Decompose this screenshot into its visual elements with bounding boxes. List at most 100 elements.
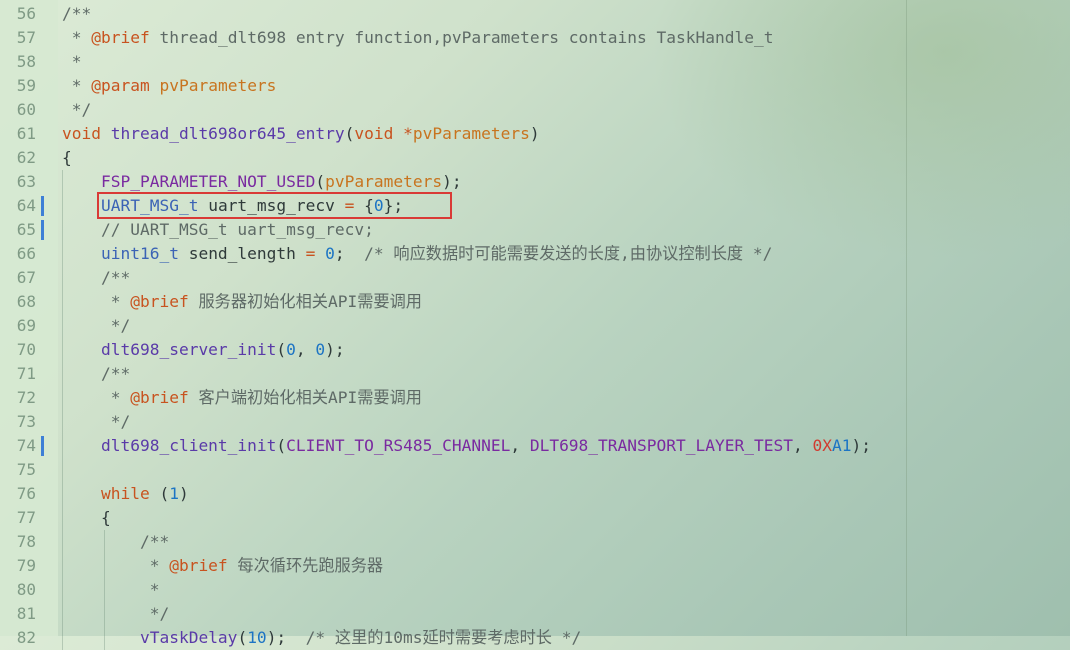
code-line[interactable]: 65 // UART_MSG_t uart_msg_recv;: [0, 218, 1070, 242]
line-number: 70: [16, 340, 36, 359]
code-text[interactable]: dlt698_client_init(CLIENT_TO_RS485_CHANN…: [62, 434, 871, 458]
line-number: 82: [16, 628, 36, 647]
code-token: @param: [91, 76, 150, 95]
code-text[interactable]: // UART_MSG_t uart_msg_recv;: [62, 218, 374, 242]
code-line[interactable]: 79 * @brief 每次循环先跑服务器: [0, 554, 1070, 578]
code-line[interactable]: 81 */: [0, 602, 1070, 626]
code-token: dlt698_server_init: [100, 340, 277, 359]
line-number: 57: [16, 28, 36, 47]
code-token: =: [305, 244, 316, 263]
code-line[interactable]: 77 {: [0, 506, 1070, 530]
line-number: 62: [16, 148, 36, 167]
code-token: 1: [169, 484, 179, 503]
code-token: (: [237, 628, 248, 647]
code-token: ,: [792, 436, 813, 455]
code-line[interactable]: 78 /**: [0, 530, 1070, 554]
line-number: 69: [16, 316, 36, 335]
line-number: 63: [16, 172, 36, 191]
code-text[interactable]: /**: [62, 266, 130, 290]
modified-line-marker: [41, 436, 44, 456]
code-text[interactable]: uint16_t send_length = 0; /* 响应数据时可能需要发送…: [62, 242, 772, 266]
code-text[interactable]: {: [62, 506, 111, 530]
code-line[interactable]: 71 /**: [0, 362, 1070, 386]
code-text[interactable]: * @param pvParameters: [62, 74, 277, 98]
code-token: 每次循环先跑服务器: [227, 556, 384, 575]
code-token: uint16_t: [100, 244, 179, 263]
code-token: 0X: [812, 436, 832, 455]
code-text[interactable]: */: [62, 602, 170, 626]
code-line[interactable]: 56 /**: [0, 2, 1070, 26]
code-line[interactable]: 70 dlt698_server_init(0, 0);: [0, 338, 1070, 362]
code-line[interactable]: 59 * @param pvParameters: [0, 74, 1070, 98]
code-token: /* 响应数据时可能需要发送的长度,由协议控制长度 */: [364, 244, 773, 263]
code-line[interactable]: 74 dlt698_client_init(CLIENT_TO_RS485_CH…: [0, 434, 1070, 458]
code-text[interactable]: */: [62, 98, 92, 122]
line-number: 79: [16, 556, 36, 575]
code-editor[interactable]: 56 /** 57 * @brief thread_dlt698 entry fun…: [0, 0, 1070, 650]
line-number: 64: [16, 196, 36, 215]
code-token: pvParameters: [149, 76, 277, 95]
line-number: 66: [16, 244, 36, 263]
code-text[interactable]: * @brief 客户端初始化相关API需要调用: [62, 386, 422, 410]
code-text[interactable]: *: [62, 578, 160, 602]
code-token: 10: [247, 628, 267, 647]
line-number: 72: [16, 388, 36, 407]
code-token: FSP_PARAMETER_NOT_USED: [100, 172, 316, 191]
code-text[interactable]: * @brief thread_dlt698 entry function,pv…: [62, 26, 774, 50]
code-token: {: [62, 148, 72, 167]
code-text[interactable]: FSP_PARAMETER_NOT_USED(pvParameters);: [62, 170, 462, 194]
code-text[interactable]: /**: [62, 362, 130, 386]
code-line[interactable]: 58 *: [0, 50, 1070, 74]
code-token: 0: [315, 340, 326, 359]
code-token: ,: [295, 340, 316, 359]
code-line[interactable]: 66 uint16_t send_length = 0; /* 响应数据时可能需…: [0, 242, 1070, 266]
code-token: @brief: [91, 28, 150, 47]
line-number: 80: [16, 580, 36, 599]
code-token: *: [62, 556, 170, 575]
code-token: *: [62, 580, 160, 599]
code-line[interactable]: 73 */: [0, 410, 1070, 434]
code-token: 服务器初始化相关API需要调用: [188, 292, 422, 311]
code-text[interactable]: vTaskDelay(10); /* 这里的10ms延时需要考虑时长 */: [62, 626, 581, 650]
code-token: *: [62, 76, 92, 95]
code-line[interactable]: 76 while (1): [0, 482, 1070, 506]
code-text[interactable]: *: [62, 50, 82, 74]
code-text[interactable]: */: [62, 410, 131, 434]
code-text[interactable]: * @brief 每次循环先跑服务器: [62, 554, 383, 578]
code-token: (: [276, 436, 287, 455]
code-line[interactable]: 57 * @brief thread_dlt698 entry function…: [0, 26, 1070, 50]
code-line[interactable]: 80 *: [0, 578, 1070, 602]
code-line[interactable]: 82 vTaskDelay(10); /* 这里的10ms延时需要考虑时长 */: [0, 626, 1070, 650]
code-token: // UART_MSG_t uart_msg_recv;: [62, 220, 374, 239]
code-token: pvParameters: [325, 172, 443, 191]
code-text[interactable]: * @brief 服务器初始化相关API需要调用: [62, 290, 422, 314]
code-text[interactable]: dlt698_server_init(0, 0);: [62, 338, 345, 362]
code-line[interactable]: 75: [0, 458, 1070, 482]
code-line[interactable]: 68 * @brief 服务器初始化相关API需要调用: [0, 290, 1070, 314]
line-number: 56: [16, 4, 36, 23]
code-line[interactable]: 72 * @brief 客户端初始化相关API需要调用: [0, 386, 1070, 410]
code-token: /**: [62, 364, 131, 383]
code-line[interactable]: 69 */: [0, 314, 1070, 338]
code-text[interactable]: /**: [62, 2, 91, 26]
code-text[interactable]: */: [62, 314, 131, 338]
line-number: 73: [16, 412, 36, 431]
code-text[interactable]: while (1): [62, 482, 189, 506]
code-token: vTaskDelay: [139, 628, 238, 647]
code-token: /* 这里的10ms延时需要考虑时长 */: [305, 628, 582, 647]
code-line[interactable]: 67 /**: [0, 266, 1070, 290]
code-text[interactable]: /**: [62, 530, 169, 554]
code-line[interactable]: 60 */: [0, 98, 1070, 122]
code-line[interactable]: 61 void thread_dlt698or645_entry(void *pv…: [0, 122, 1070, 146]
code-token: while: [100, 484, 150, 503]
code-line[interactable]: 62 {: [0, 146, 1070, 170]
code-line[interactable]: 63 FSP_PARAMETER_NOT_USED(pvParameters);: [0, 170, 1070, 194]
code-text[interactable]: void thread_dlt698or645_entry(void *pvPa…: [62, 122, 540, 146]
code-text[interactable]: {: [62, 146, 72, 170]
